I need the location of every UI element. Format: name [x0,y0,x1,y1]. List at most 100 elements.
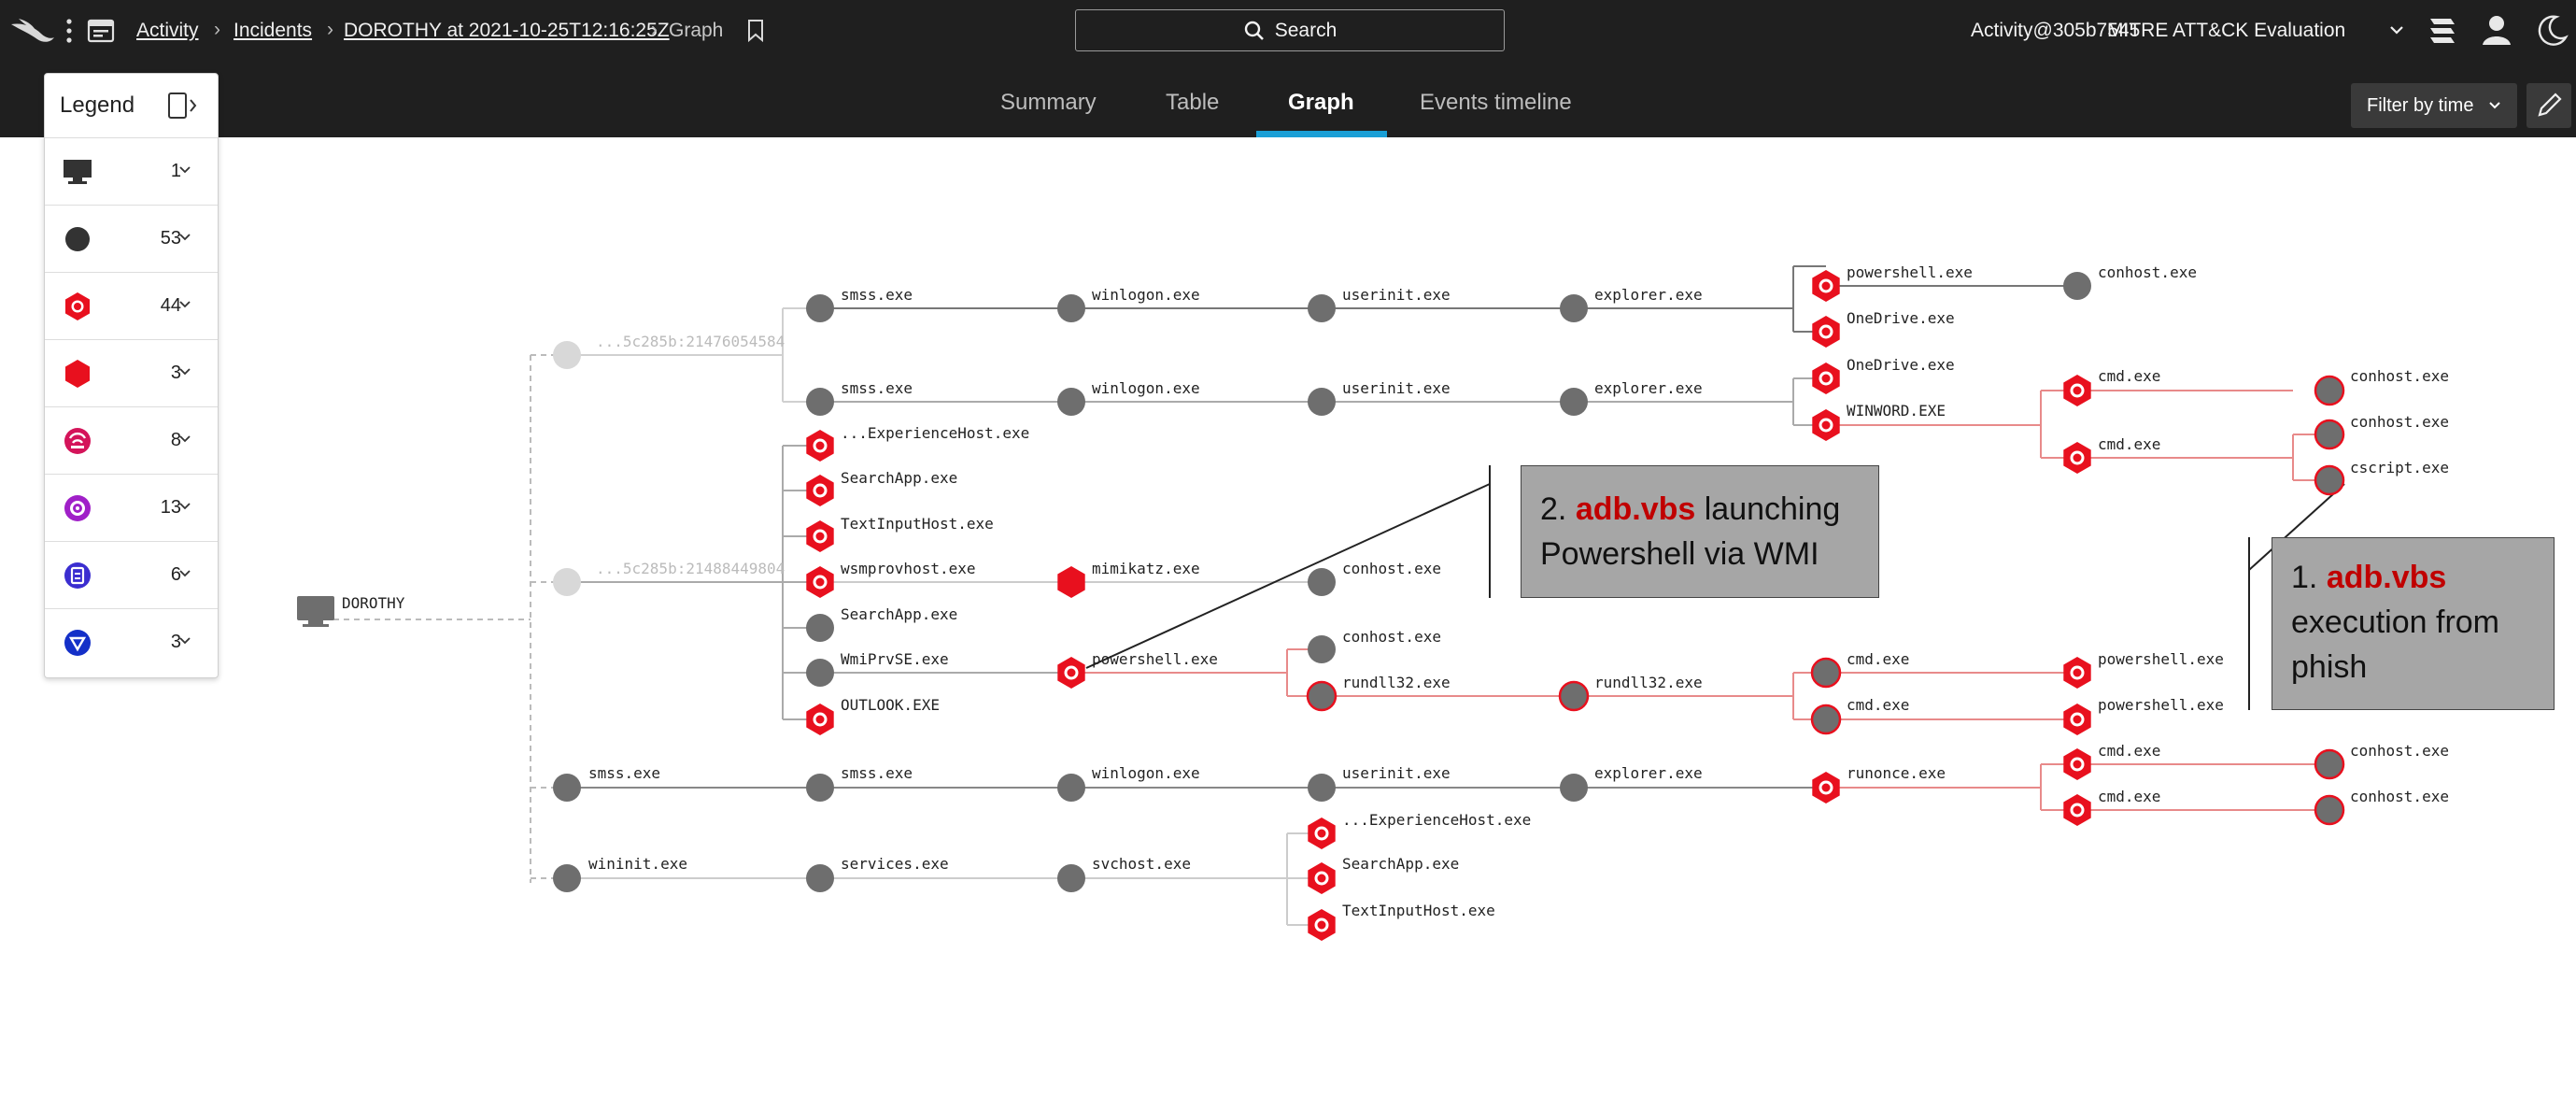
detection-node[interactable] [806,430,834,462]
process-node[interactable] [553,774,581,802]
process-node[interactable] [2314,419,2345,450]
process-node[interactable] [2314,794,2345,826]
edit-button[interactable] [2526,83,2571,128]
process-node[interactable] [1810,704,1842,735]
detection-node[interactable] [1308,909,1336,941]
process-node[interactable] [1560,774,1588,802]
search-icon [1244,21,1264,40]
host-node[interactable] [297,596,334,627]
workspace-selector[interactable]: MITRE ATT&CK Evaluation [2107,20,2345,42]
process-graph[interactable]: DOROTHY ...5c285b:21476054584 ...5c285b:… [0,137,2576,1095]
user-icon[interactable] [2480,13,2513,49]
process-node[interactable] [2314,748,2345,780]
detection-node[interactable] [2063,704,2091,735]
detection-node[interactable] [2063,442,2091,474]
process-node[interactable] [1560,388,1588,416]
tab-graph[interactable]: Graph [1288,90,1354,116]
detection-node[interactable] [806,475,834,506]
chevron-down-icon [179,368,191,376]
legend-row-file[interactable]: 6 [45,542,218,609]
process-node[interactable] [1308,568,1336,596]
active-tab-indicator [1256,131,1387,137]
detection-node[interactable] [1812,772,1840,803]
detection-node[interactable] [1057,657,1085,689]
collapse-panel-icon[interactable] [166,91,200,121]
detection-node[interactable] [806,704,834,735]
search-button[interactable]: Search [1075,9,1505,51]
breadcrumb-activity[interactable]: Activity [136,20,199,42]
process-node[interactable] [806,659,834,687]
process-node[interactable] [2314,464,2345,496]
detection-node[interactable] [2063,794,2091,826]
critical-detection-node[interactable] [1057,566,1085,598]
tab-summary[interactable]: Summary [1000,90,1097,116]
legend-row-triangle[interactable]: 3 [45,609,218,675]
detection-node[interactable] [1812,409,1840,441]
detection-node[interactable] [1308,818,1336,849]
detection-node[interactable] [2063,657,2091,689]
detection-node[interactable] [1812,270,1840,302]
graph-nodes[interactable]: smss.exe winlogon.exe userinit.exe explo… [553,263,2449,941]
falcon-logo-icon[interactable] [9,13,56,50]
tab-table[interactable]: Table [1166,90,1219,116]
legend-row-target[interactable]: 13 [45,475,218,542]
detection-node[interactable] [806,566,834,598]
process-label: powershell.exe [2098,696,2224,714]
process-node[interactable] [1308,774,1336,802]
process-node[interactable] [1057,388,1085,416]
detection-node[interactable] [1812,316,1840,348]
chevron-down-icon [179,301,191,308]
process-node[interactable] [1306,680,1338,712]
legend-row-critical[interactable]: 3 [45,340,218,407]
chevron-down-icon[interactable] [2387,21,2406,39]
legend-row-process[interactable]: 53 [45,206,218,273]
process-node[interactable] [1810,657,1842,689]
process-node[interactable] [1308,635,1336,663]
legend-count: 44 [160,295,181,316]
process-icon [65,227,90,251]
process-node[interactable] [1560,294,1588,322]
activity-app-icon[interactable] [87,17,115,45]
detection-node[interactable] [2063,748,2091,780]
session-node[interactable] [553,568,581,596]
process-node[interactable] [806,864,834,892]
process-node[interactable] [806,774,834,802]
legend-row-network[interactable]: 8 [45,407,218,475]
process-label: mimikatz.exe [1092,560,1200,577]
process-label: ...ExperienceHost.exe [841,424,1029,442]
detection-node[interactable] [806,520,834,552]
breadcrumb-incidents[interactable]: Incidents [234,20,312,42]
legend-count: 3 [170,363,181,383]
tab-events-timeline[interactable]: Events timeline [1420,90,1572,116]
process-node[interactable] [1308,294,1336,322]
process-node[interactable] [1057,864,1085,892]
kebab-menu-icon[interactable] [65,17,73,45]
process-node[interactable] [1057,774,1085,802]
detection-node[interactable] [1308,862,1336,894]
legend-title: Legend [60,92,135,118]
process-node[interactable] [806,294,834,322]
callout-prefix: 2. [1540,491,1576,527]
process-node[interactable] [1057,294,1085,322]
session-node[interactable] [553,341,581,369]
process-node[interactable] [2063,272,2091,300]
process-node[interactable] [806,388,834,416]
process-label: powershell.exe [2098,650,2224,668]
detection-node[interactable] [2063,375,2091,406]
support-icon[interactable] [2427,13,2458,49]
legend-count: 53 [160,228,181,249]
filter-by-time-button[interactable]: Filter by time [2351,83,2517,128]
process-node[interactable] [2314,375,2345,406]
legend-header: Legend [45,74,218,138]
breadcrumb-incident[interactable]: DOROTHY at 2021-10-25T12:16:25Z [344,20,670,42]
detection-node[interactable] [1812,363,1840,394]
legend-row-host[interactable]: 1 [45,138,218,206]
process-label: services.exe [841,855,949,873]
process-node[interactable] [1558,680,1590,712]
process-node[interactable] [1308,388,1336,416]
process-node[interactable] [806,614,834,642]
legend-row-detection[interactable]: 44 [45,273,218,340]
bookmark-icon[interactable] [745,19,766,43]
process-node[interactable] [553,864,581,892]
dark-mode-icon[interactable] [2536,13,2569,49]
